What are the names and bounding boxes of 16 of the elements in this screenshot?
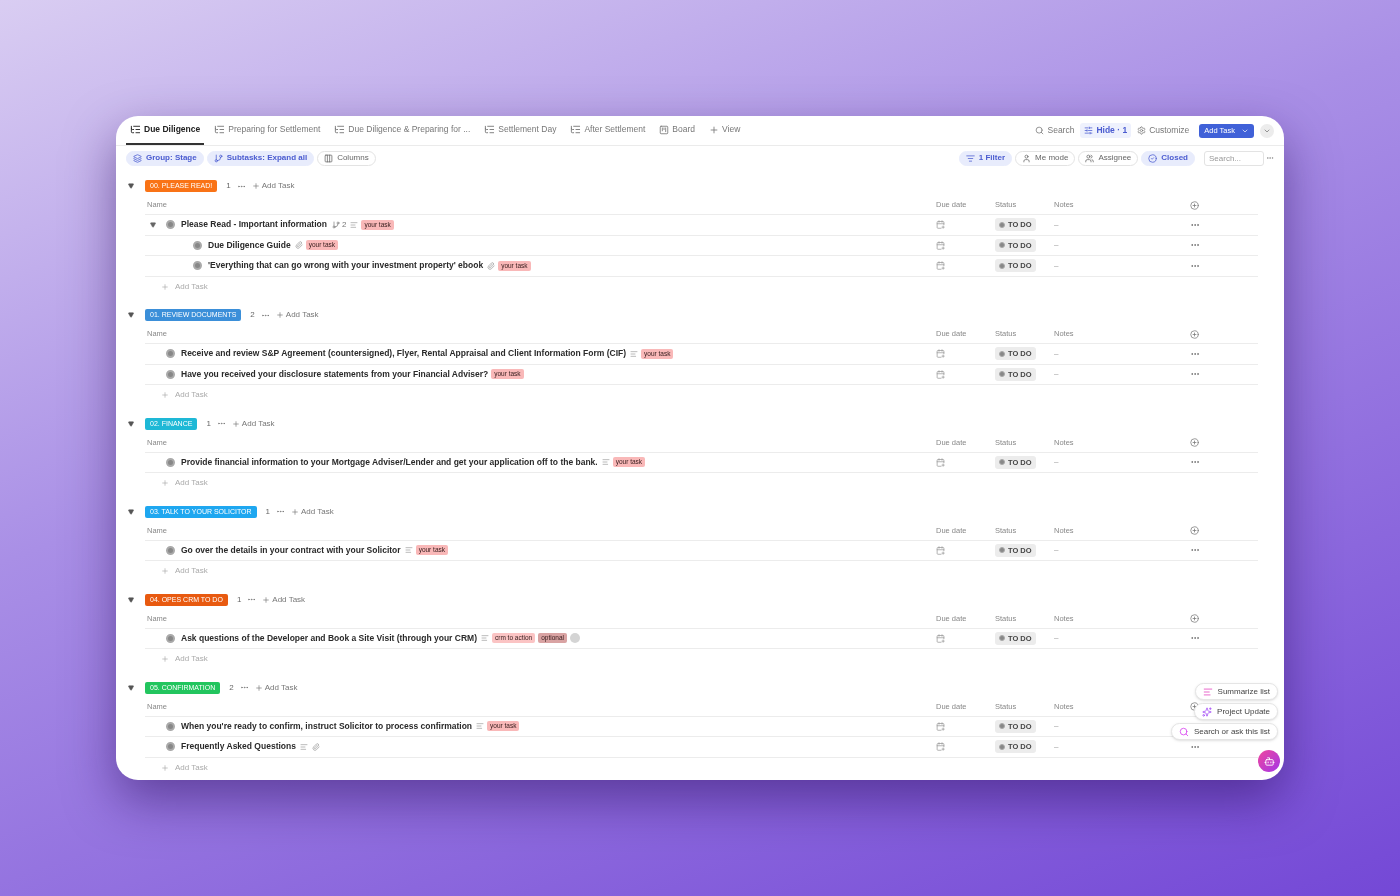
task-count: 1 [265, 505, 270, 518]
task-count: 1 [206, 417, 211, 430]
task-count: 1 [226, 180, 231, 192]
task-count: 2 [250, 309, 255, 321]
notes-cell: – [1054, 368, 1059, 381]
notes-cell: – [1054, 239, 1059, 252]
task-count: 1 [236, 593, 242, 606]
notes-cell: – [1054, 544, 1059, 557]
notes-cell: – [1054, 740, 1059, 753]
task-count: 2 [229, 681, 234, 694]
notes-cell: – [1054, 218, 1059, 231]
notes-cell: – [1054, 347, 1059, 360]
notes-cell: – [1054, 259, 1059, 272]
notes-cell: – [1054, 720, 1059, 733]
notes-cell: – [1054, 456, 1059, 469]
notes-cell: – [1054, 632, 1059, 645]
